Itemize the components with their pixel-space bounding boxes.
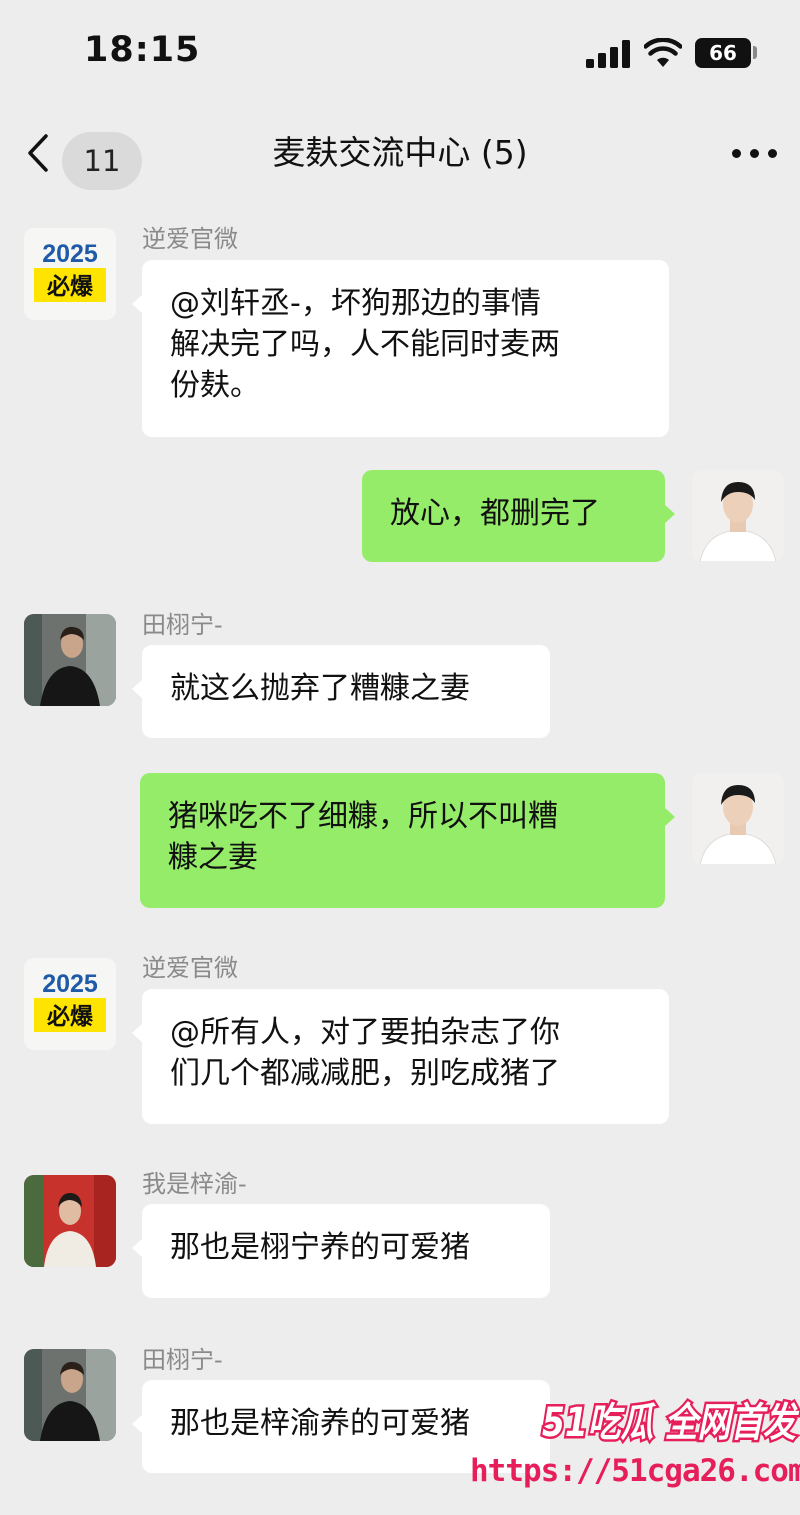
battery-cap [753,46,757,59]
sender-name: 田栩宁- [142,611,223,639]
signal-icon [586,40,630,68]
message-bubble-outgoing[interactable]: 猪咪吃不了细糠，所以不叫糟 糠之妻 [140,773,675,908]
watermark-logo: 51吃瓜 全网首发 [540,1398,800,1449]
svg-text:2025: 2025 [42,970,98,998]
logo-2025-icon: 2025 必爆 [34,970,106,1032]
status-time: 18:15 [84,30,201,70]
avatar-official-logo[interactable]: 2025 必爆 [24,958,116,1050]
more-options-icon[interactable] [730,146,780,160]
person-photo-icon [692,470,784,562]
avatar-user[interactable] [24,1349,116,1441]
message-bubble-incoming[interactable]: @刘轩丞-，坏狗那边的事情 解决完了吗，人不能同时麦两 份麸。 [132,260,669,437]
avatar-user[interactable] [24,1175,116,1267]
message-bubble-incoming[interactable]: @所有人，对了要拍杂志了你 们几个都减减肥，别吃成猪了 [132,989,669,1124]
person-photo-icon [692,773,784,865]
logo-2025-icon: 2025 必爆 [34,240,106,302]
watermark-url: https://51cga26.com [470,1453,800,1489]
svg-text:51吃瓜 全网首发: 51吃瓜 全网首发 [542,1400,800,1446]
avatar-user[interactable] [24,614,116,706]
svg-text:必爆: 必爆 [47,273,94,300]
avatar-self[interactable] [692,470,784,562]
message-bubble-incoming[interactable]: 就这么抛弃了糟糠之妻 [132,645,550,738]
svg-text:必爆: 必爆 [47,1003,94,1030]
person-photo-icon [24,614,116,706]
svg-text:2025: 2025 [42,240,98,268]
sender-name: 逆爱官微 [142,225,238,253]
chat-header: 麦麸交流中心 (5) 11 [0,110,800,195]
back-chevron-icon[interactable] [24,132,54,174]
person-photo-icon [24,1175,116,1267]
avatar-official-logo[interactable]: 2025 必爆 [24,228,116,320]
sender-name: 我是梓渝- [142,1170,247,1198]
sender-name: 田栩宁- [142,1346,223,1374]
message-bubble-incoming[interactable]: 那也是栩宁养的可爱猪 [132,1204,550,1298]
status-bar: 18:15 66 [0,0,800,105]
unread-count-badge[interactable]: 11 [62,132,142,190]
battery-indicator: 66 [695,38,751,68]
wifi-icon [644,38,682,67]
person-photo-icon [24,1349,116,1441]
avatar-self[interactable] [692,773,784,865]
message-bubble-outgoing[interactable]: 放心，都删完了 [362,470,675,562]
sender-name: 逆爱官微 [142,954,238,982]
